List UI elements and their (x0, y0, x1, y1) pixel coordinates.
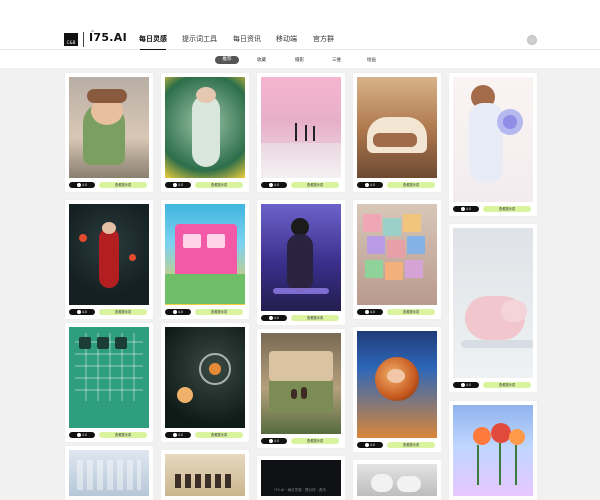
inspiration-card[interactable]: 4.0 查看提示词 (65, 200, 153, 319)
card-left-pill[interactable]: 4.0 (357, 309, 383, 315)
card-left-pill[interactable]: 4.0 (69, 182, 95, 188)
inspiration-grid: 4.0 查看提示词 4.0 查看提示词 4.0 查看提示词 4.0 查看提示词 (0, 68, 600, 500)
card-left-pill[interactable]: 4.0 (261, 315, 287, 321)
card-image[interactable] (357, 331, 437, 438)
card-image[interactable] (453, 77, 533, 202)
nav-item-mobile[interactable]: 移动端 (276, 34, 297, 44)
inspiration-card[interactable] (353, 460, 441, 500)
inspiration-card[interactable]: 4.0 查看提示词 (449, 73, 537, 216)
card-left-pill[interactable]: 4.0 (165, 182, 191, 188)
card-view-prompt-button[interactable]: 查看提示词 (99, 309, 147, 315)
nav-item-group[interactable]: 官方群 (313, 34, 334, 44)
inspiration-card[interactable]: 4.0 查看提示词 (257, 73, 345, 192)
logo-icon[interactable]: C&B (64, 33, 78, 46)
card-view-prompt-button[interactable]: 查看提示词 (195, 432, 243, 438)
card-view-prompt-button[interactable]: 查看提示词 (195, 182, 243, 188)
tab-favorites[interactable]: 收藏 (257, 57, 266, 63)
card-image[interactable] (261, 333, 341, 434)
card-view-prompt-button[interactable]: 查看提示词 (387, 182, 435, 188)
card-view-prompt-button[interactable]: 查看提示词 (195, 309, 243, 315)
card-left-pill[interactable]: 4.0 (165, 309, 191, 315)
card-view-prompt-button[interactable]: 查看提示词 (291, 438, 339, 444)
tab-photography[interactable]: 摄影 (295, 57, 304, 63)
card-image[interactable] (69, 327, 149, 428)
nav-item-prompt-tool[interactable]: 提示词工具 (182, 34, 217, 44)
card-image[interactable] (69, 204, 149, 305)
card-left-pill[interactable]: 4.0 (261, 182, 287, 188)
card-image[interactable] (453, 405, 533, 496)
avatar[interactable] (527, 35, 537, 45)
tab-recommended[interactable]: 推荐 (215, 56, 239, 64)
inspiration-card[interactable]: 4.0 查看提示词 (161, 73, 249, 192)
logo-subtitle: AI (91, 29, 94, 33)
inspiration-card[interactable]: 4.0 查看提示词 (353, 200, 441, 319)
card-image[interactable] (357, 204, 437, 305)
inspiration-card[interactable] (257, 456, 345, 500)
inspiration-card[interactable]: 4.0 查看提示词 (353, 73, 441, 192)
tab-3d[interactable]: 三维 (332, 57, 341, 63)
card-left-pill[interactable]: 4.0 (165, 432, 191, 438)
card-view-prompt-button[interactable]: 查看提示词 (291, 315, 339, 321)
card-view-prompt-button[interactable]: 查看提示词 (483, 382, 531, 388)
card-view-prompt-button[interactable]: 查看提示词 (291, 182, 339, 188)
inspiration-card[interactable]: 4.0 查看提示词 (257, 200, 345, 325)
card-image[interactable] (165, 204, 245, 305)
inspiration-card[interactable]: 4.0 查看提示词 (161, 323, 249, 442)
inspiration-card[interactable]: 4.0 查看提示词 (257, 329, 345, 448)
card-left-pill[interactable]: 4.0 (453, 382, 479, 388)
card-left-pill[interactable]: 4.0 (69, 309, 95, 315)
card-image[interactable] (453, 228, 533, 378)
card-image[interactable] (357, 77, 437, 178)
card-left-pill[interactable]: 4.0 (357, 182, 383, 188)
card-image[interactable] (69, 77, 149, 178)
inspiration-card[interactable]: 4.0 查看提示词 (161, 200, 249, 319)
nav-item-news[interactable]: 每日资讯 (233, 34, 261, 44)
tab-painting[interactable]: 绘画 (367, 57, 376, 63)
footer-text: I75.AI · 每日灵感 · 提示词 · 资讯 (274, 488, 326, 492)
card-view-prompt-button[interactable]: 查看提示词 (387, 442, 435, 448)
card-image[interactable] (261, 204, 341, 311)
card-left-pill[interactable]: 4.0 (261, 438, 287, 444)
inspiration-card[interactable]: 4.0 查看提示词 (449, 224, 537, 392)
inspiration-card[interactable]: 4.0 查看提示词 (65, 73, 153, 192)
card-view-prompt-button[interactable]: 查看提示词 (99, 432, 147, 438)
card-image[interactable] (165, 327, 245, 428)
logo-divider (83, 32, 84, 47)
card-left-pill[interactable]: 4.0 (453, 206, 479, 212)
inspiration-card[interactable] (449, 401, 537, 500)
card-view-prompt-button[interactable]: 查看提示词 (99, 182, 147, 188)
card-left-pill[interactable]: 4.0 (357, 442, 383, 448)
card-left-pill[interactable]: 4.0 (69, 432, 95, 438)
inspiration-card[interactable]: 4.0 查看提示词 (353, 327, 441, 452)
card-image[interactable] (165, 77, 245, 178)
nav-item-inspiration[interactable]: 每日灵感 (139, 34, 167, 44)
card-image[interactable] (261, 77, 341, 178)
card-view-prompt-button[interactable]: 查看提示词 (483, 206, 531, 212)
logo-text[interactable]: I75.AI (89, 31, 127, 44)
card-view-prompt-button[interactable]: 查看提示词 (387, 309, 435, 315)
inspiration-card[interactable]: 4.0 查看提示词 (65, 323, 153, 442)
